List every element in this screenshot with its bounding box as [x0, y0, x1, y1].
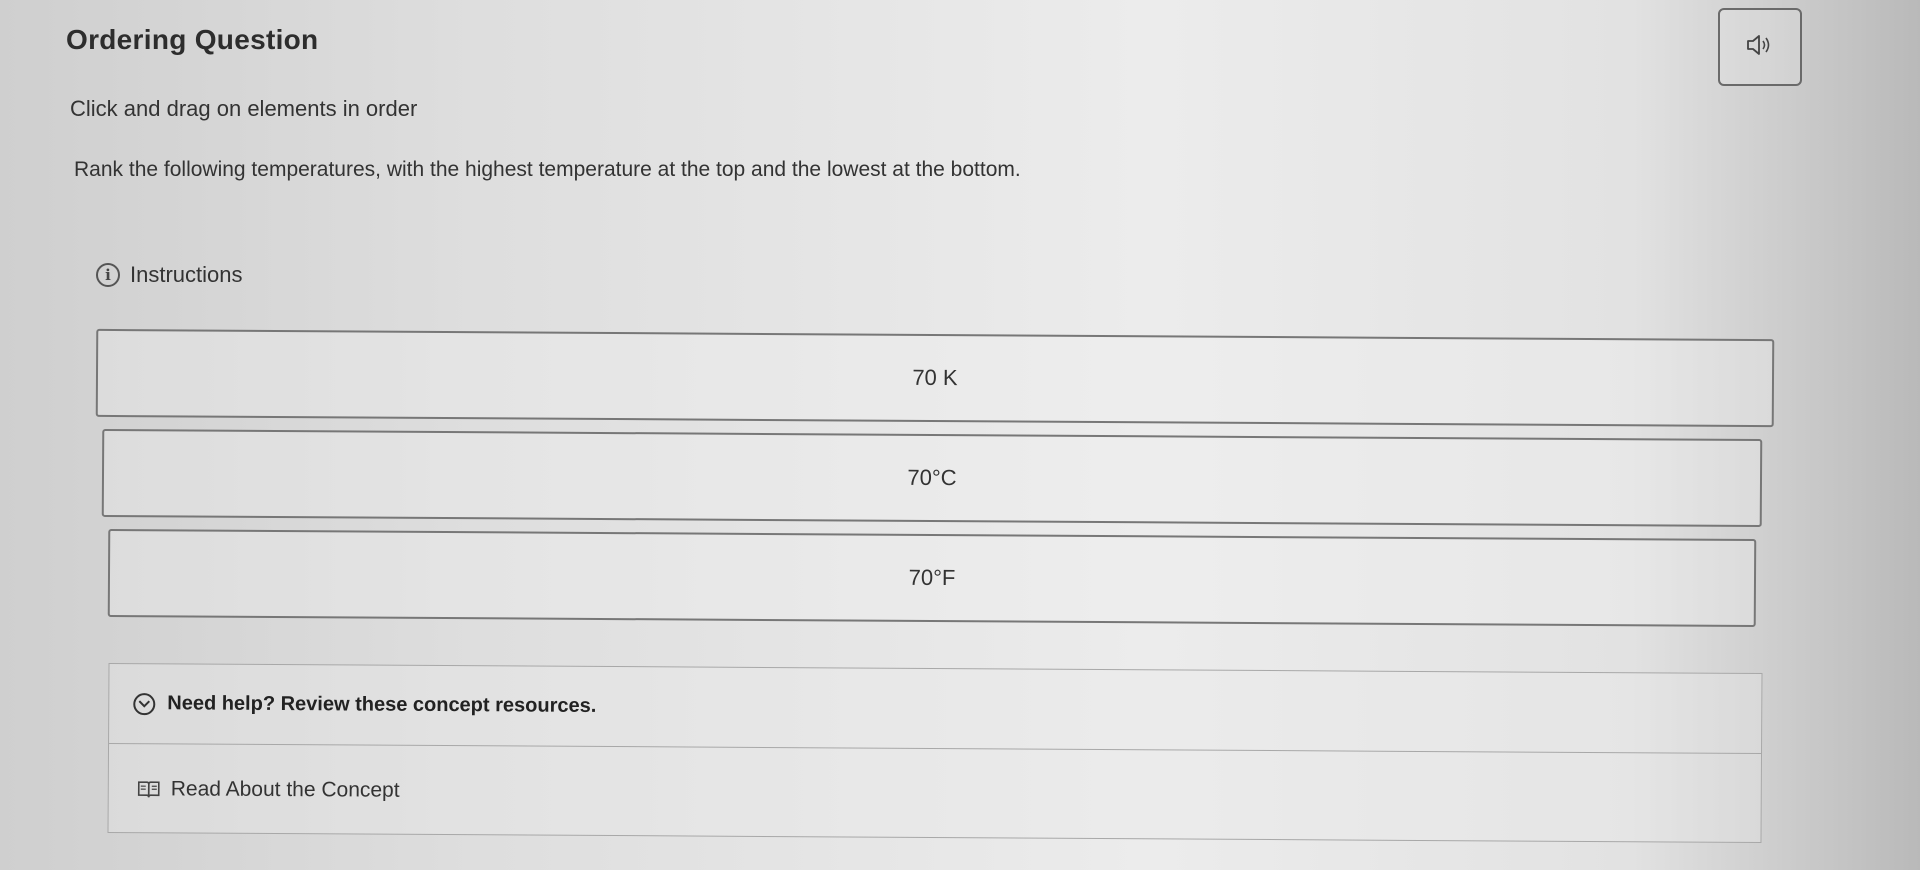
audio-button[interactable]: [1718, 8, 1802, 86]
help-panel: Need help? Review these concept resource…: [107, 662, 1763, 844]
help-header-label: Need help? Review these concept resource…: [167, 692, 597, 717]
order-item[interactable]: 70 K: [95, 328, 1775, 428]
speaker-icon: [1745, 32, 1775, 63]
order-item[interactable]: 70°F: [107, 528, 1757, 628]
question-subtitle: Click and drag on elements in order: [70, 96, 418, 121]
order-item[interactable]: 70°C: [101, 428, 1763, 528]
order-item-label: 70°C: [907, 464, 957, 491]
page-title: Ordering Question: [66, 24, 319, 55]
chevron-down-icon: [133, 692, 156, 715]
instructions-toggle[interactable]: i Instructions: [96, 262, 243, 288]
question-prompt: Rank the following temperatures, with th…: [74, 158, 1021, 181]
order-item-label: 70 K: [912, 364, 958, 391]
read-about-concept-link[interactable]: Read About the Concept: [108, 744, 1761, 844]
book-icon: [137, 779, 161, 799]
order-item-label: 70°F: [908, 564, 956, 591]
instructions-label: Instructions: [130, 262, 243, 287]
help-toggle[interactable]: Need help? Review these concept resource…: [109, 663, 1762, 755]
info-icon: i: [96, 263, 120, 287]
read-about-concept-label: Read About the Concept: [170, 777, 400, 802]
